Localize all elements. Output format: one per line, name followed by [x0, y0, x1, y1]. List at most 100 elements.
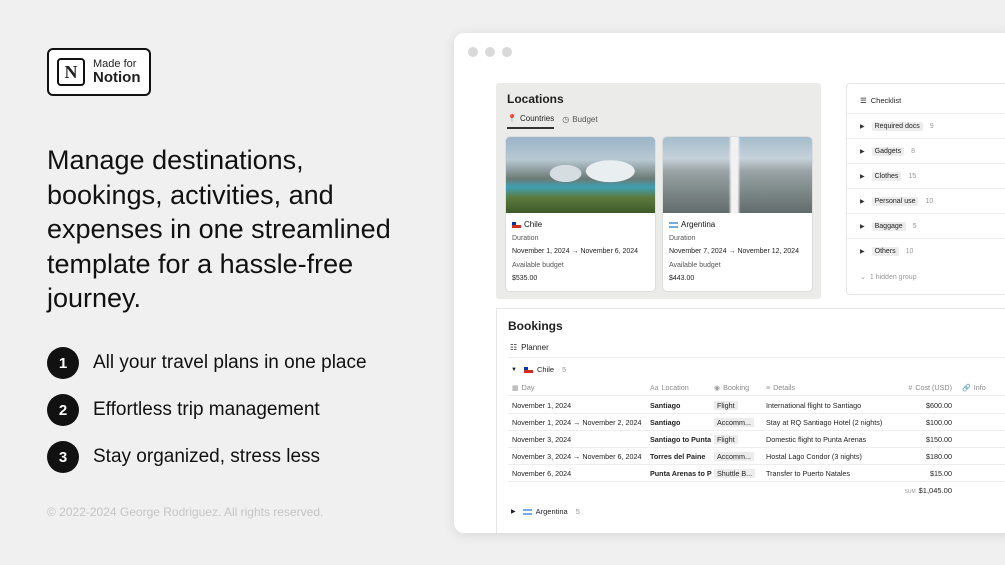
feature-text: All your travel plans in one place	[93, 352, 367, 373]
card-budget-label: Available budget	[512, 261, 564, 269]
planner-view-tab[interactable]: ☷ Planner	[510, 343, 549, 352]
table-row[interactable]: November 6, 2024 Punta Arenas to P Shutt…	[508, 465, 1005, 482]
cell-cost: $180.00	[926, 451, 952, 461]
tab-countries[interactable]: 📍 Countries	[507, 114, 555, 129]
window-controls	[468, 47, 512, 57]
cell-day: November 1, 2024	[512, 400, 572, 410]
cell-booking: Flight	[714, 400, 766, 410]
window-dot[interactable]	[485, 47, 495, 57]
column-header-location[interactable]: Aa Location	[650, 383, 714, 392]
planner-icon: ☷	[510, 343, 518, 352]
cell-booking: Flight	[714, 434, 766, 444]
expand-triangle-icon[interactable]: ▶	[860, 123, 865, 130]
location-card-argentina[interactable]: Argentina Duration November 7, 2024 → No…	[663, 137, 812, 291]
feature-text: Effortless trip management	[93, 399, 320, 420]
bookings-title: Bookings	[508, 319, 563, 333]
expand-triangle-icon[interactable]: ▶	[511, 508, 516, 515]
number-badge: 3	[47, 441, 79, 473]
group-count: 5	[562, 365, 567, 374]
booking-tag: Flight	[714, 400, 738, 410]
group-header-argentina[interactable]: ▶ Argentina 5	[511, 507, 580, 516]
checklist-group[interactable]: ▶ Others 10	[847, 238, 1005, 263]
window-dot[interactable]	[502, 47, 512, 57]
feature-item: 3 Stay organized, stress less	[47, 440, 367, 474]
expand-triangle-icon[interactable]: ▶	[860, 198, 865, 205]
view-label: Planner	[521, 343, 549, 352]
expand-triangle-icon[interactable]: ▶	[860, 248, 865, 255]
booking-tag: Shuttle B...	[714, 468, 756, 478]
headline: Manage destinations, bookings, activitie…	[47, 145, 391, 313]
cell-cost: $150.00	[926, 434, 952, 444]
tab-budget[interactable]: ◷ Budget	[562, 114, 597, 129]
checklist-group[interactable]: ▶ Personal use 10	[847, 188, 1005, 213]
cell-details: Stay at RQ Santiago Hotel (2 nights)	[766, 417, 883, 427]
expand-triangle-icon[interactable]: ▶	[860, 148, 865, 155]
column-header-day[interactable]: ▦ Day	[508, 383, 650, 392]
locations-tabs: 📍 Countries ◷ Budget	[507, 114, 598, 129]
chevron-down-icon: ⌄	[860, 274, 866, 281]
table-row[interactable]: November 1, 2024 Santiago Flight Interna…	[508, 397, 1005, 414]
checklist-view-tab[interactable]: ☰ Checklist	[860, 96, 901, 105]
checklist-group[interactable]: ▶ Required docs 9	[847, 113, 1005, 138]
group-count: 10	[905, 247, 914, 255]
group-count: 15	[908, 172, 917, 180]
feature-item: 2 Effortless trip management	[47, 393, 367, 427]
group-count: 5	[912, 222, 917, 230]
hash-icon: #	[908, 384, 913, 392]
argentina-flag-icon	[669, 221, 678, 228]
card-budget-label: Available budget	[669, 261, 721, 269]
checklist-group[interactable]: ▶ Baggage 5	[847, 213, 1005, 238]
column-header-info[interactable]: 🔗 Info	[952, 383, 1005, 392]
divider	[508, 357, 1005, 358]
chile-flag-icon	[523, 366, 533, 373]
card-country: Chile	[524, 220, 543, 229]
cell-location: Santiago	[650, 417, 681, 427]
text-icon: Aa	[650, 384, 659, 392]
tab-label: Budget	[572, 115, 598, 124]
group-name: Chile	[536, 365, 555, 374]
column-header-details[interactable]: ≡ Details	[766, 383, 886, 392]
card-country: Argentina	[681, 220, 716, 229]
app-window: Locations 📍 Countries ◷ Budget Chile Dur…	[454, 33, 1005, 533]
column-header-cost[interactable]: # Cost (USD)	[886, 383, 952, 392]
pin-icon: 📍	[507, 114, 517, 123]
sum-row: SUM $1,045.00	[508, 483, 1005, 497]
hidden-groups-toggle[interactable]: ⌄ 1 hidden group	[860, 273, 917, 282]
number-badge: 2	[47, 394, 79, 426]
table-row[interactable]: November 3, 2024 → November 6, 2024 Torr…	[508, 448, 1005, 465]
cell-location: Santiago to Punta	[650, 434, 712, 444]
table-row[interactable]: November 3, 2024 Santiago to Punta Fligh…	[508, 431, 1005, 448]
expand-triangle-icon[interactable]: ▶	[860, 173, 865, 180]
booking-tag: Flight	[714, 434, 738, 444]
list-icon: ☰	[860, 96, 867, 105]
checklist-group[interactable]: ▶ Gadgets 8	[847, 138, 1005, 163]
group-count: 10	[925, 197, 934, 205]
group-header-chile[interactable]: ▼ Chile 5	[511, 365, 566, 374]
column-header-booking[interactable]: ◉ Booking	[714, 383, 766, 392]
location-card-chile[interactable]: Chile Duration November 1, 2024 → Novemb…	[506, 137, 655, 291]
clock-icon: ◷	[562, 115, 570, 124]
collapse-triangle-icon[interactable]: ▼	[511, 367, 517, 373]
copyright: © 2022-2024 George Rodriguez. All rights…	[47, 505, 324, 519]
checklist-title: Checklist	[870, 96, 902, 105]
group-tag: Required docs	[871, 121, 923, 131]
feature-text: Stay organized, stress less	[93, 446, 321, 467]
lines-icon: ≡	[766, 384, 771, 392]
card-duration: November 7, 2024 → November 12, 2024	[669, 248, 799, 255]
cell-cost: $100.00	[926, 417, 952, 427]
notion-logo-icon: N	[57, 58, 85, 86]
cell-day: November 3, 2024	[512, 434, 572, 444]
locations-title: Locations	[507, 92, 564, 106]
expand-triangle-icon[interactable]: ▶	[860, 223, 865, 230]
window-dot[interactable]	[468, 47, 478, 57]
calendar-icon: ▦	[512, 384, 519, 392]
cell-booking: Accomm...	[714, 417, 766, 427]
card-budget: $535.00	[512, 275, 538, 282]
checklist-group[interactable]: ▶ Clothes 15	[847, 163, 1005, 188]
group-tag: Baggage	[871, 221, 906, 231]
sum-value: $1,045.00	[918, 485, 952, 495]
argentina-photo	[663, 137, 812, 213]
table-row[interactable]: November 1, 2024 → November 2, 2024 Sant…	[508, 414, 1005, 431]
cell-location: Torres del Paine	[650, 451, 706, 461]
select-icon: ◉	[714, 384, 721, 392]
